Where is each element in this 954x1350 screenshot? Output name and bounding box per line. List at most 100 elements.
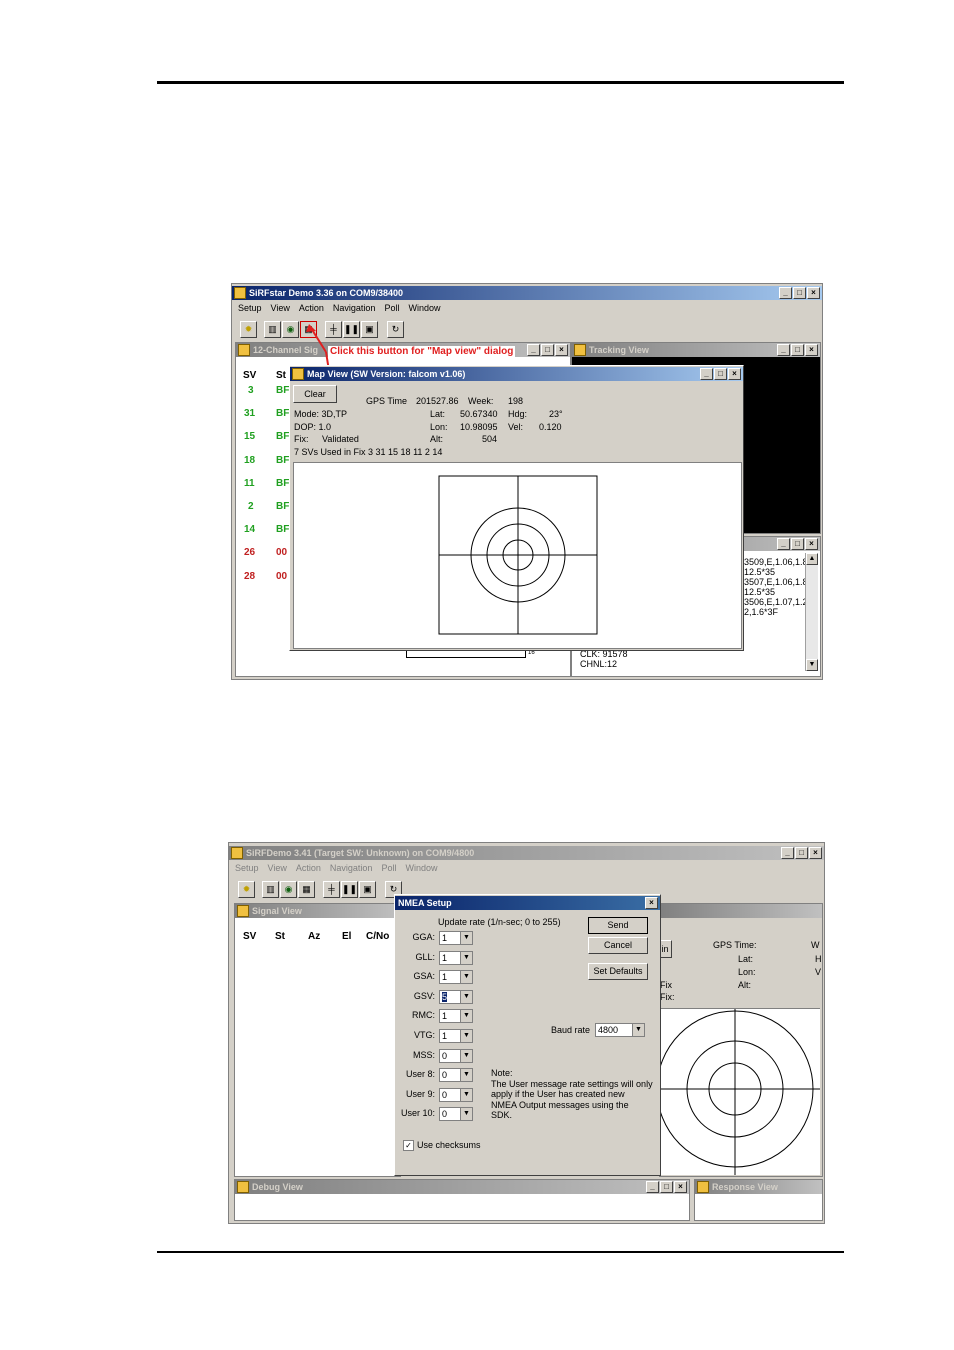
response-line: 3509,E,1.06,1.8 — [744, 557, 808, 567]
response-line: 2,1.6*3F — [744, 607, 779, 617]
nmea-rate-select[interactable]: 1 ▼ — [439, 1029, 473, 1043]
signal-window: Signal View SV St Az El C/No — [234, 903, 401, 1177]
nmea-rate-value: 0 — [442, 1089, 448, 1100]
checksums-checkbox[interactable]: ✓ — [403, 1140, 414, 1151]
scroll-down-icon[interactable]: ▼ — [806, 659, 818, 671]
maximize-icon[interactable]: □ — [660, 1181, 673, 1193]
lon-value: 10.98095 — [460, 422, 498, 432]
set-defaults-button[interactable]: Set Defaults — [588, 963, 648, 980]
response-line: 3506,E,1.07,1.2 — [744, 597, 808, 607]
map-window: in GPS Time: Lat: Lon: Alt: Fix Fix: W H… — [658, 903, 823, 1177]
sun-icon[interactable]: ✹ — [238, 881, 255, 898]
menu-navigation[interactable]: Navigation — [330, 863, 373, 873]
el-header: El — [342, 931, 352, 942]
minimize-icon[interactable]: _ — [777, 538, 790, 550]
lat-label: Lat: — [430, 409, 446, 419]
minimize-icon[interactable]: _ — [781, 847, 794, 859]
week-value: 198 — [508, 396, 524, 406]
close-icon[interactable]: × — [674, 1181, 687, 1193]
nmea-rate-select[interactable]: 0 ▼ — [439, 1107, 473, 1122]
close-icon[interactable]: × — [728, 368, 741, 380]
close-icon[interactable]: × — [805, 344, 818, 356]
debug-window: Debug View _ □ × — [234, 1179, 690, 1221]
lon-label: Lon: — [738, 967, 756, 977]
menu-view[interactable]: View — [268, 863, 287, 873]
baud-rate-select[interactable]: 4800 ▼ — [595, 1023, 645, 1037]
map-plot-area — [660, 1008, 820, 1175]
window-icon — [237, 905, 249, 917]
chevron-down-icon[interactable]: ▼ — [460, 1108, 472, 1121]
cno-header: C/No — [366, 931, 390, 942]
nmea-rate-select[interactable]: 0 ▼ — [439, 1048, 473, 1063]
tracking-titlebar[interactable]: Tracking View _ □ × — [572, 343, 820, 357]
maximize-icon[interactable]: □ — [791, 344, 804, 356]
send-button[interactable]: Send — [588, 917, 648, 934]
map-view-icon[interactable]: ▦ — [298, 881, 315, 898]
vel-value: 0.120 — [539, 422, 562, 432]
map-titlebar[interactable]: Map View (SW Version: falcom v1.06) _ □ × — [290, 367, 743, 381]
chevron-down-icon[interactable]: ▼ — [460, 1088, 472, 1101]
response-titlebar[interactable]: Response View — [695, 1180, 822, 1194]
nmea-field-label: User 10: — [400, 1108, 435, 1119]
nmea-rate-select[interactable]: 0 ▼ — [439, 1087, 473, 1102]
menu-poll[interactable]: Poll — [381, 863, 396, 873]
vel-label: Vel: — [508, 422, 524, 432]
nmea-rate-select[interactable]: 1 ▼ — [439, 950, 473, 965]
nmea-rate-select[interactable]: 0 ▼ — [439, 1068, 473, 1083]
response-title: Response View — [712, 1182, 778, 1192]
menu-window[interactable]: Window — [405, 863, 437, 873]
position-plot — [438, 475, 598, 635]
maximize-icon[interactable]: □ — [714, 368, 727, 380]
nmea-titlebar[interactable]: NMEA Setup × — [395, 896, 660, 910]
nmea-rate-select[interactable]: 1 ▼ — [439, 1009, 473, 1024]
minimize-icon[interactable]: _ — [646, 1181, 659, 1193]
nmea-rate-select[interactable]: 1 ▼ — [439, 970, 473, 985]
cancel-button[interactable]: Cancel — [588, 937, 648, 954]
baud-rate-label: Baud rate — [551, 1025, 591, 1035]
chevron-down-icon[interactable]: ▼ — [460, 951, 472, 964]
map-titlebar[interactable] — [660, 904, 822, 918]
maximize-icon[interactable]: □ — [791, 538, 804, 550]
chevron-down-icon[interactable]: ▼ — [460, 1049, 472, 1062]
mode-text: Mode: 3D,TP — [294, 409, 348, 419]
nmea-rate-select[interactable]: 1 ▼ — [439, 931, 473, 945]
chevron-down-icon[interactable]: ▼ — [460, 932, 472, 944]
nmea-field-label: MSS: — [412, 1049, 435, 1060]
fix-label: Fix — [660, 980, 672, 990]
chevron-down-icon[interactable]: ▼ — [460, 990, 472, 1003]
close-icon[interactable]: × — [809, 847, 822, 859]
signal-titlebar[interactable]: Signal View — [235, 904, 400, 918]
minimize-icon[interactable]: _ — [700, 368, 713, 380]
chevron-down-icon[interactable]: ▼ — [632, 1024, 644, 1036]
chevron-down-icon[interactable]: ▼ — [460, 1030, 472, 1042]
radar-icon[interactable]: ◉ — [280, 881, 297, 898]
save-icon[interactable]: ▣ — [359, 881, 376, 898]
st-header: St — [275, 931, 285, 942]
pause-icon[interactable]: ❚❚ — [341, 881, 358, 898]
app-title: SiRFDemo 3.41 (Target SW: Unknown) on CO… — [246, 848, 475, 858]
scrollbar[interactable]: ▲ ▼ — [805, 553, 818, 671]
minimize-icon[interactable]: _ — [777, 344, 790, 356]
close-icon[interactable]: × — [645, 897, 658, 909]
chevron-down-icon[interactable]: ▼ — [460, 1010, 472, 1023]
clear-button[interactable]: Clear — [293, 385, 337, 403]
response-line: 12.5*35 — [744, 587, 776, 597]
app-icon — [231, 847, 243, 859]
scroll-up-icon[interactable]: ▲ — [806, 553, 818, 565]
nmea-rate-select[interactable]: 5 ▼ — [439, 989, 473, 1004]
menu-action[interactable]: Action — [296, 863, 321, 873]
close-icon[interactable]: × — [805, 538, 818, 550]
week-label: Week: — [468, 396, 494, 406]
signal-view-icon[interactable]: ▥ — [262, 881, 279, 898]
chevron-down-icon[interactable]: ▼ — [460, 1069, 472, 1082]
maximize-icon[interactable]: □ — [795, 847, 808, 859]
right-h: H — [815, 954, 822, 964]
nmea-field-label: User 8: — [405, 1069, 435, 1080]
debug-titlebar[interactable]: Debug View _ □ × — [235, 1180, 689, 1194]
chevron-down-icon[interactable]: ▼ — [460, 971, 472, 984]
response-line: 3507,E,1.06,1.8 — [744, 577, 808, 587]
app-titlebar[interactable]: SiRFDemo 3.41 (Target SW: Unknown) on CO… — [229, 846, 824, 860]
menu-setup[interactable]: Setup — [235, 863, 259, 873]
fix-value: Validated — [322, 434, 359, 444]
satellite-icon[interactable]: ╪ — [323, 881, 340, 898]
